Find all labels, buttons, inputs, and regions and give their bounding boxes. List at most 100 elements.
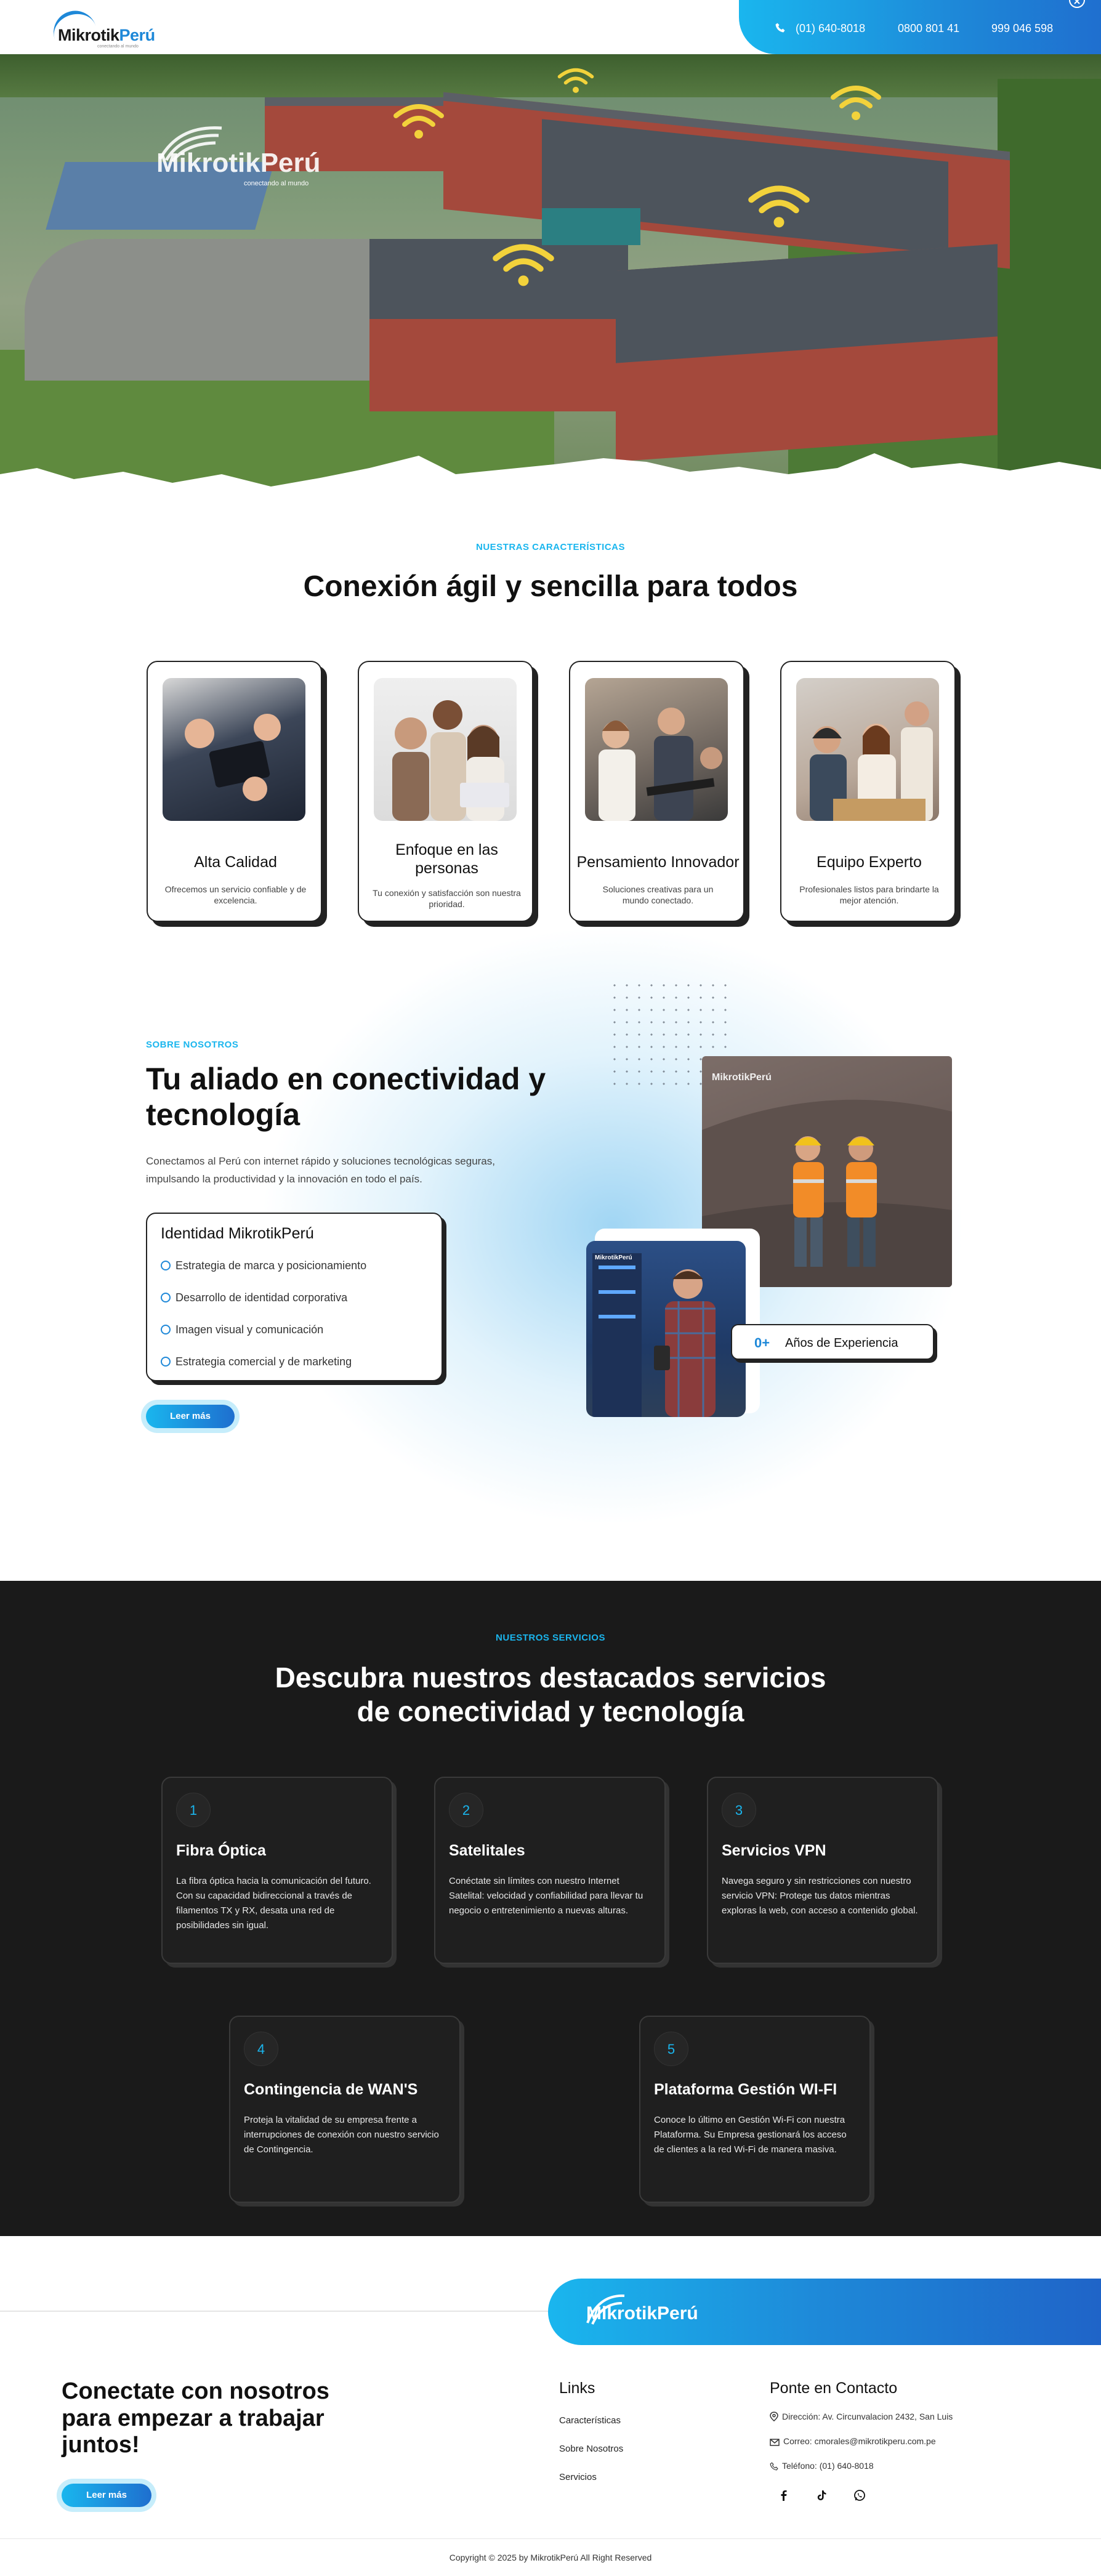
whatsapp-icon[interactable] — [853, 2489, 866, 2502]
mail-icon — [770, 2439, 780, 2446]
location-pin-icon — [770, 2412, 778, 2421]
hero-torn-edge — [0, 453, 1101, 517]
years-label: Años de Experiencia — [785, 1336, 898, 1350]
footer-logo-text[interactable]: MikrotikPerú — [586, 2303, 698, 2324]
hero-logo-tagline: conectando al mundo — [244, 180, 309, 187]
footer-link-caracteristicas[interactable]: Características — [559, 2415, 621, 2426]
phone-icon — [770, 2462, 778, 2471]
feature-card: Enfoque en las personas Tu conexión y sa… — [358, 661, 533, 922]
footer-email[interactable]: Correo: cmorales@mikrotikperu.com.pe — [770, 2436, 936, 2446]
service-desc: La fibra óptica hacia la comunicación de… — [176, 1876, 371, 1931]
wifi-icon — [748, 185, 810, 228]
hero-parking — [25, 239, 369, 381]
identity-item: Estrategia comercial y de marketing — [161, 1355, 352, 1368]
feature-image — [374, 678, 517, 821]
header-phone-2[interactable]: 0800 801 41 — [898, 22, 959, 35]
check-circle-icon — [161, 1293, 171, 1302]
feature-card: Equipo Experto Profesionales listos para… — [780, 661, 956, 922]
about-paragraph: Conectamos al Perú con internet rápido y… — [146, 1155, 495, 1185]
service-card[interactable]: 2 Satelitales Conéctate sin límites con … — [434, 1777, 666, 1964]
check-circle-icon — [161, 1357, 171, 1367]
about-title: Tu aliado en conectividad y tecnología — [146, 1062, 546, 1132]
team-expert-icon — [810, 701, 933, 821]
check-circle-icon — [161, 1325, 171, 1334]
about-read-more-button[interactable]: Leer más — [146, 1405, 235, 1428]
service-card[interactable]: 5 Plataforma Gestión WI-FI Conoce lo últ… — [639, 2016, 871, 2203]
service-card[interactable]: 4 Contingencia de WAN'S Proteja la vital… — [229, 2016, 461, 2203]
service-title: Contingencia de WAN'S — [244, 2081, 418, 2098]
logo-text: MikrotikPerú — [58, 26, 155, 44]
feature-desc: Profesionales listos para brindarte la m… — [799, 884, 939, 906]
service-desc: Proteja la vitalidad de su empresa frent… — [244, 2115, 439, 2155]
footer-cta-title: Conectate con nosotros para empezar a tr… — [62, 2378, 329, 2458]
photo-logo: MikrotikPerú — [595, 1254, 632, 1261]
feature-title: Pensamiento Innovador — [576, 854, 740, 871]
identity-title: Identidad MikrotikPerú — [161, 1225, 314, 1242]
service-desc: Conoce lo último en Gestión Wi-Fi con nu… — [654, 2115, 847, 2155]
site-header: MikrotikPerú conectando al mundo (01) 64… — [0, 0, 1101, 54]
footer-bottom-divider — [0, 2538, 1101, 2539]
check-circle-icon — [161, 1261, 171, 1270]
footer-phone[interactable]: Teléfono: (01) 640-8018 — [770, 2461, 874, 2471]
tiktok-icon[interactable] — [815, 2489, 828, 2502]
service-title: Satelitales — [449, 1842, 525, 1859]
feature-image — [585, 678, 728, 821]
footer-link-sobre-nosotros[interactable]: Sobre Nosotros — [559, 2444, 623, 2454]
services-title: Descubra nuestros destacados servicios d… — [275, 1661, 826, 1728]
logo-tagline: conectando al mundo — [97, 44, 139, 49]
feature-card: Pensamiento Innovador Soluciones creativ… — [569, 661, 744, 922]
years-experience-card: 0+ Años de Experiencia — [731, 1324, 934, 1360]
wifi-icon — [393, 104, 444, 139]
years-value: 0+ — [754, 1335, 770, 1351]
hands-tablet-icon — [185, 714, 281, 801]
feature-title: Equipo Experto — [817, 854, 922, 871]
service-number: 2 — [449, 1793, 483, 1827]
header-phone-1[interactable]: (01) 640-8018 — [796, 22, 865, 35]
feature-title: Alta Calidad — [194, 854, 277, 871]
service-card[interactable]: 1 Fibra Óptica La fibra óptica hacia la … — [161, 1777, 393, 1964]
feature-desc: Ofrecemos un servicio confiable y de exc… — [164, 884, 307, 906]
about-eyebrow: SOBRE NOSOTROS — [146, 1040, 239, 1050]
site-logo[interactable]: MikrotikPerú conectando al mundo — [47, 5, 155, 49]
footer-divider — [0, 2311, 548, 2312]
service-number: 3 — [722, 1793, 756, 1827]
identity-item: Imagen visual y comunicación — [161, 1323, 323, 1336]
footer-address: Dirección: Av. Circunvalacion 2432, San … — [770, 2412, 953, 2421]
service-number: 5 — [654, 2032, 688, 2066]
services-section: NUESTROS SERVICIOS Descubra nuestros des… — [0, 1581, 1101, 2236]
hero-logo: MikrotikPerú conectando al mundo — [154, 122, 326, 190]
service-number: 1 — [176, 1793, 211, 1827]
footer-read-more-button[interactable]: Leer más — [62, 2484, 151, 2507]
technician-image — [592, 1253, 716, 1417]
service-desc: Navega seguro y sin restricciones con nu… — [722, 1876, 918, 1916]
wifi-icon — [493, 244, 554, 286]
header-phone-3[interactable]: 999 046 598 — [991, 22, 1053, 35]
service-card[interactable]: 3 Servicios VPN Navega seguro y sin rest… — [707, 1777, 938, 1964]
service-title: Fibra Óptica — [176, 1842, 266, 1859]
service-title: Servicios VPN — [722, 1842, 826, 1859]
feature-image — [163, 678, 305, 821]
feature-card: Alta Calidad Ofrecemos un servicio confi… — [147, 661, 322, 922]
services-eyebrow: NUESTROS SERVICIOS — [496, 1633, 605, 1643]
team-people-icon — [392, 700, 509, 821]
identity-item: Estrategia de marca y posicionamiento — [161, 1259, 366, 1272]
hero-logo-text: MikrotikPerú — [156, 148, 321, 178]
copyright-text: Copyright © 2025 by MikrotikPerú All Rig… — [449, 2553, 652, 2562]
identity-box: Identidad MikrotikPerú Estrategia de mar… — [146, 1213, 443, 1381]
features-eyebrow: NUESTRAS CARACTERÍSTICAS — [475, 542, 625, 552]
feature-title: Enfoque en las personas — [395, 841, 498, 877]
service-title: Plataforma Gestión WI-FI — [654, 2081, 837, 2098]
close-icon[interactable] — [1069, 0, 1085, 9]
features-title: Conexión ágil y sencilla para todos — [303, 570, 798, 603]
footer-link-servicios[interactable]: Servicios — [559, 2472, 597, 2482]
footer-contact-title: Ponte en Contacto — [770, 2380, 898, 2397]
hero-trees — [0, 54, 1101, 97]
facebook-icon[interactable] — [777, 2489, 791, 2502]
service-desc: Conéctate sin límites con nuestro Intern… — [449, 1876, 643, 1916]
footer-logo-bar: MikrotikPerú — [548, 2279, 1101, 2345]
phone-icon — [775, 23, 785, 33]
service-number: 4 — [244, 2032, 278, 2066]
meeting-icon — [599, 708, 722, 821]
about-photo-technician: MikrotikPerú — [586, 1241, 746, 1417]
identity-item: Desarrollo de identidad corporativa — [161, 1291, 347, 1304]
